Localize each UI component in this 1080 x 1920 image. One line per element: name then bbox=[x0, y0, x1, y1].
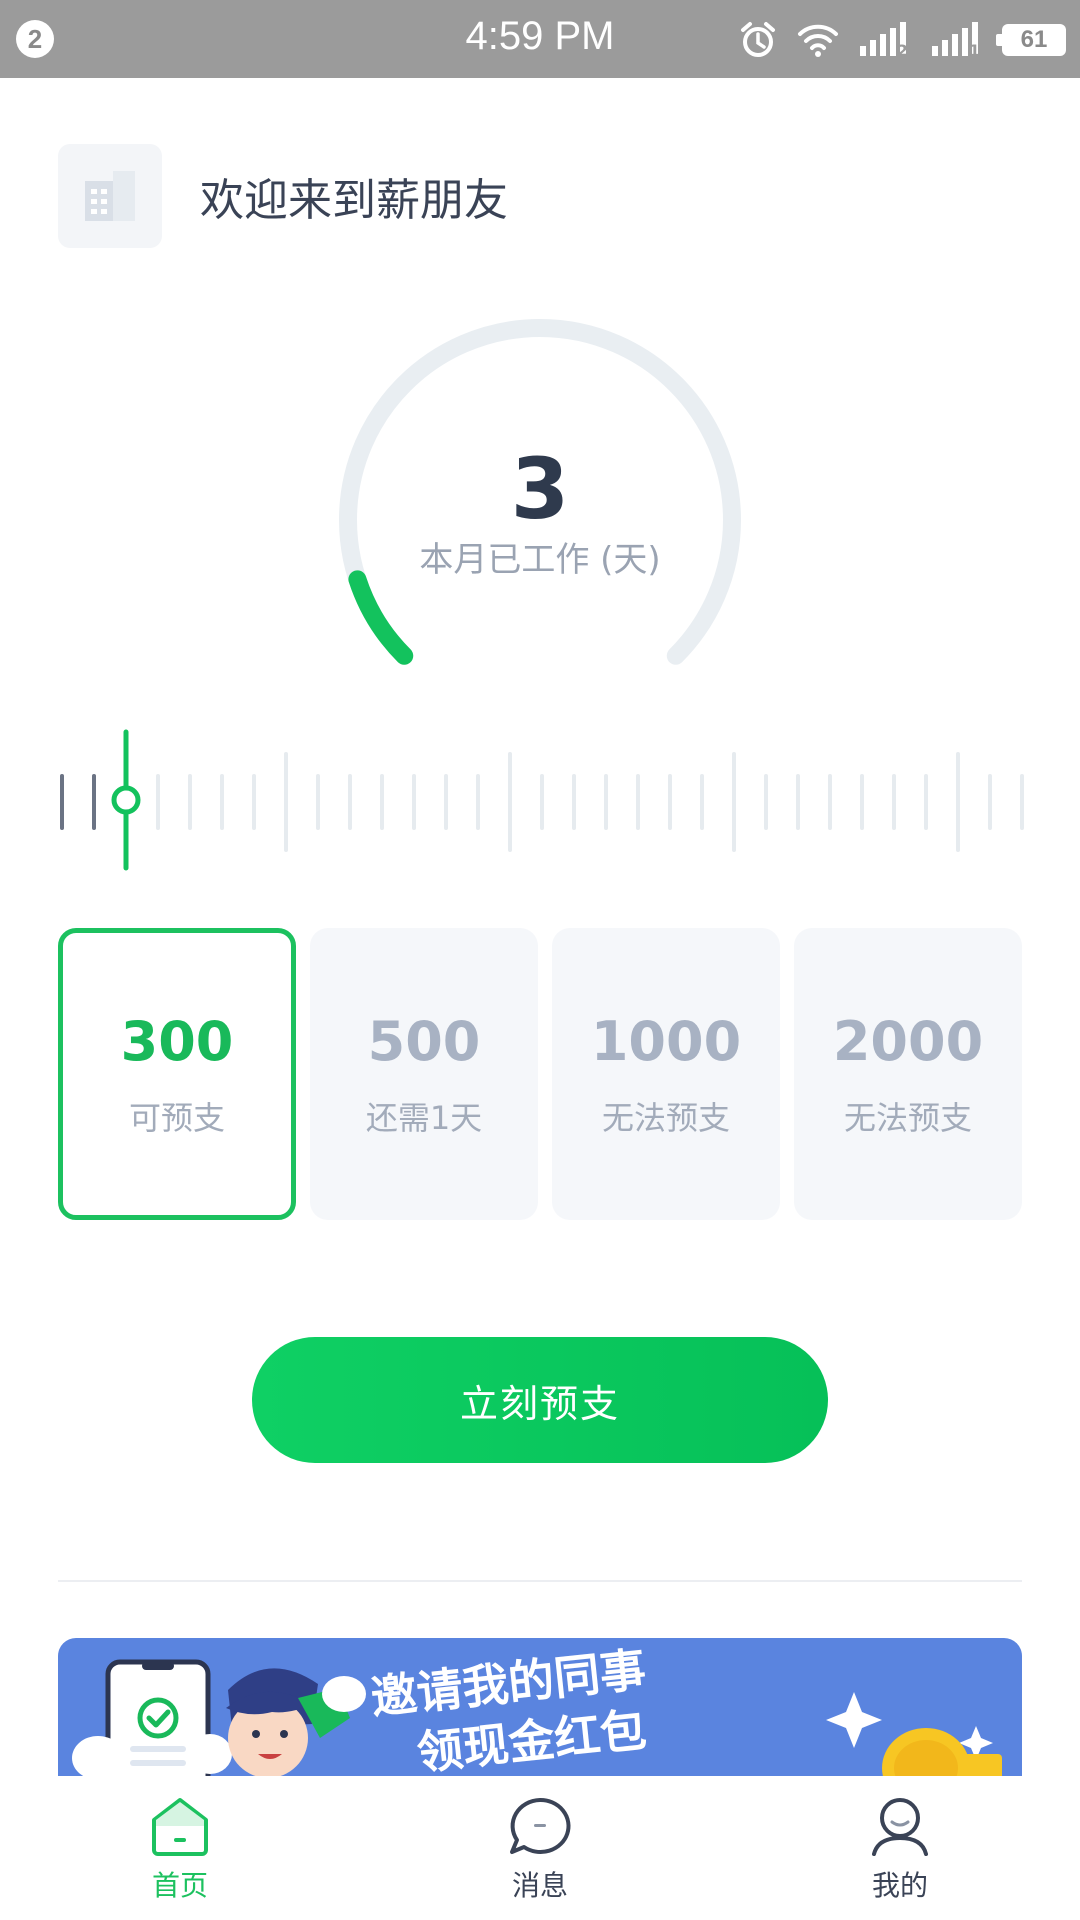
amount-value: 300 bbox=[120, 1009, 234, 1073]
wifi-icon bbox=[798, 24, 838, 57]
workdays-count: 3 bbox=[510, 440, 570, 538]
nav-home-label: 首页 bbox=[151, 1869, 208, 1902]
nav-profile-label: 我的 bbox=[871, 1869, 928, 1902]
advance-amount-options: 300 可预支 500 还需1天 1000 无法预支 2000 无法预支 bbox=[58, 928, 1022, 1220]
welcome-title: 欢迎来到薪朋友 bbox=[200, 175, 508, 226]
section-divider bbox=[58, 1580, 1022, 1582]
nav-messages-label: 消息 bbox=[511, 1869, 568, 1902]
home-icon bbox=[152, 1798, 208, 1856]
amount-value: 1000 bbox=[590, 1009, 742, 1073]
amount-option-1000[interactable]: 1000 无法预支 bbox=[552, 928, 780, 1220]
welcome-header: 欢迎来到薪朋友 bbox=[58, 144, 508, 248]
building-icon bbox=[85, 171, 135, 221]
signal-sim2-icon: 2 bbox=[858, 22, 912, 60]
ruler-current-day-marker bbox=[111, 785, 141, 815]
amount-option-2000[interactable]: 2000 无法预支 bbox=[794, 928, 1022, 1220]
signal-sim1-icon: 1 bbox=[930, 22, 984, 60]
amount-value: 2000 bbox=[832, 1009, 984, 1073]
invite-banner[interactable]: 邀请我的同事 领现金红包 bbox=[58, 1638, 1022, 1778]
advance-now-button[interactable]: 立刻预支 bbox=[252, 1337, 828, 1463]
profile-icon bbox=[872, 1798, 928, 1856]
amount-option-500[interactable]: 500 还需1天 bbox=[310, 928, 538, 1220]
amount-status: 无法预支 bbox=[843, 1098, 972, 1137]
amount-status: 可预支 bbox=[128, 1098, 225, 1137]
nav-profile[interactable]: 我的 bbox=[720, 1776, 1080, 1920]
sim2-label: 2 bbox=[896, 41, 908, 60]
amount-status: 无法预支 bbox=[601, 1098, 730, 1137]
battery-icon: 61 bbox=[996, 24, 1066, 56]
amount-option-300[interactable]: 300 可预支 bbox=[58, 928, 296, 1220]
status-icons: 2 1 61 bbox=[738, 18, 1066, 62]
workdays-label: 本月已工作 (天) bbox=[419, 540, 661, 580]
amount-value: 500 bbox=[367, 1009, 481, 1073]
bottom-navigation: 首页 消息 我的 bbox=[0, 1776, 1080, 1920]
day-ruler bbox=[60, 729, 1024, 871]
status-bar: 2 4:59 PM 2 1 61 bbox=[0, 0, 1080, 78]
company-logo bbox=[58, 144, 162, 248]
message-icon bbox=[510, 1797, 571, 1854]
nav-messages[interactable]: 消息 bbox=[360, 1776, 720, 1920]
nav-home[interactable]: 首页 bbox=[0, 1776, 360, 1920]
gauge-progress-arc bbox=[348, 570, 414, 665]
sim1-label: 1 bbox=[968, 41, 980, 60]
alarm-icon bbox=[741, 22, 775, 57]
amount-status: 还需1天 bbox=[365, 1098, 483, 1137]
